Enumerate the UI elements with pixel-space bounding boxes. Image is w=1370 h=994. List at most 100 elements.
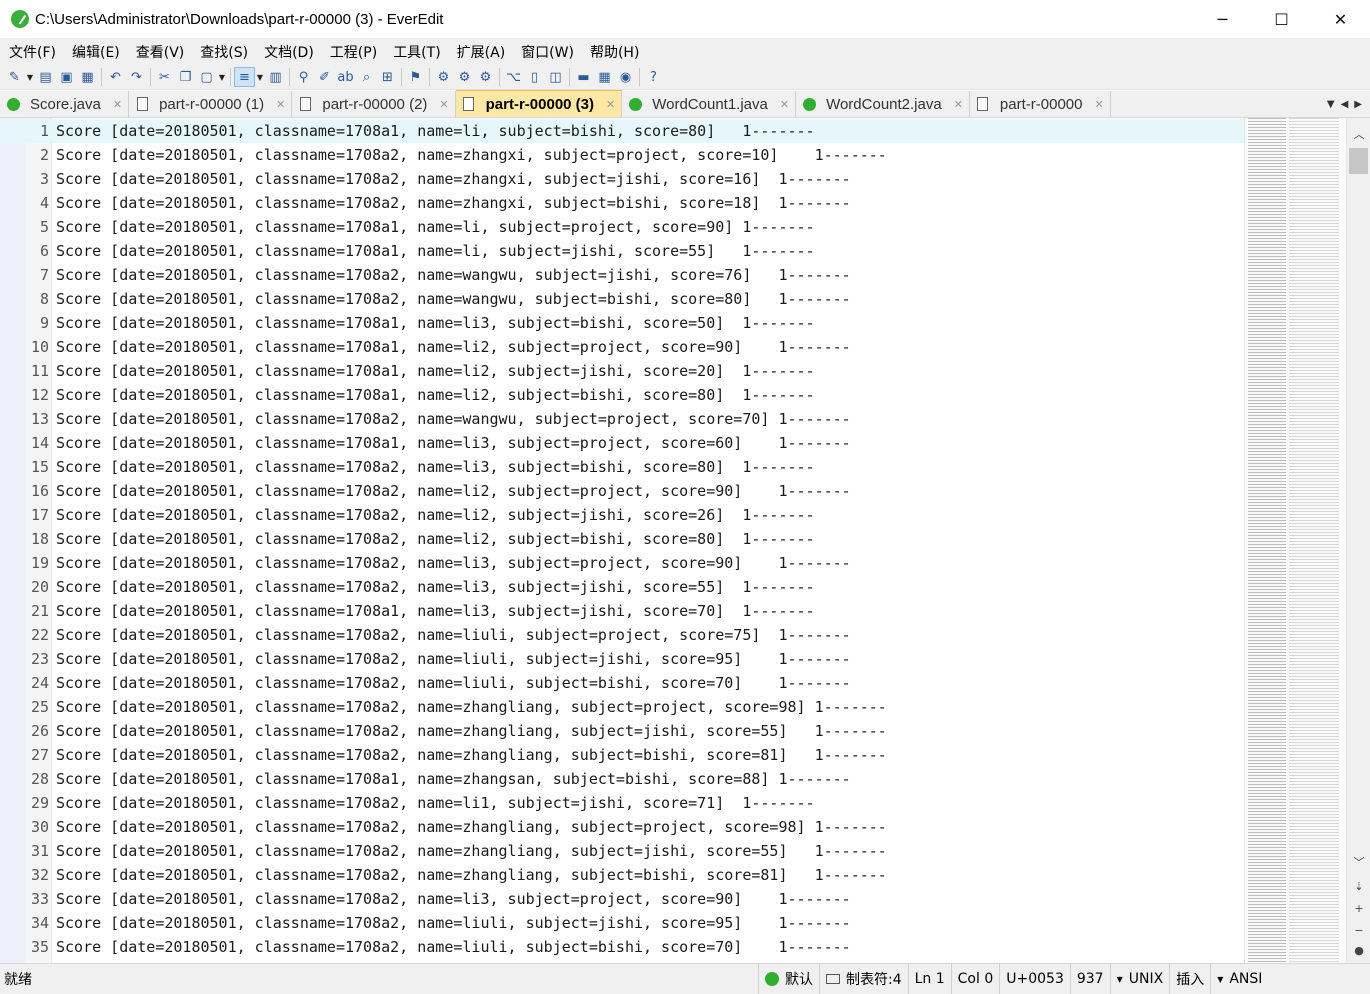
table-icon[interactable]: ▦ — [594, 67, 615, 87]
split-view-icon[interactable]: ◫ — [545, 67, 566, 87]
tab-part-r-00000-3[interactable]: part-r-00000 (3) ✕ — [455, 90, 623, 117]
scroll-down-icon[interactable]: ﹀ — [1347, 852, 1370, 872]
output-window-icon[interactable]: ▬ — [573, 67, 594, 87]
line-text[interactable]: Score [date=20180501, classname=1708a2, … — [56, 938, 851, 956]
new-file-icon[interactable]: ✎ — [4, 67, 25, 87]
line-text[interactable]: Score [date=20180501, classname=1708a2, … — [56, 866, 887, 884]
line-text[interactable]: Score [date=20180501, classname=1708a1, … — [56, 338, 851, 356]
tab-close-icon[interactable]: ✕ — [606, 98, 615, 111]
editor-line[interactable]: 13 Score [date=20180501, classname=1708a2… — [0, 407, 1244, 431]
line-numbers-icon[interactable]: ▥ — [265, 67, 286, 87]
editor-line[interactable]: 26 Score [date=20180501, classname=1708a2… — [0, 719, 1244, 743]
open-file-icon[interactable]: ▤ — [35, 67, 56, 87]
goto-icon[interactable]: ⊞ — [377, 67, 398, 87]
editor-line[interactable]: 23 Score [date=20180501, classname=1708a2… — [0, 647, 1244, 671]
save-all-icon[interactable]: ▦ — [77, 67, 98, 87]
side-panel-icon[interactable]: ▯ — [524, 67, 545, 87]
tab-list-dropdown-icon[interactable]: ▼ — [1327, 99, 1335, 110]
tab-part-r-00000-2[interactable]: part-r-00000 (2) ✕ — [292, 91, 456, 117]
line-text[interactable]: Score [date=20180501, classname=1708a2, … — [56, 578, 815, 596]
paste-icon[interactable]: ▢ — [196, 67, 217, 87]
line-text[interactable]: Score [date=20180501, classname=1708a2, … — [56, 794, 815, 812]
tab-wordcount1-java[interactable]: WordCount1.java ✕ — [622, 91, 797, 117]
tree-view-icon[interactable]: ⌥ — [503, 67, 524, 87]
repeat-macro-icon[interactable]: ⚙ — [475, 67, 496, 87]
save-icon[interactable]: ▣ — [56, 67, 77, 87]
replace-icon[interactable]: ab — [335, 67, 356, 87]
minimize-button[interactable]: ─ — [1193, 0, 1252, 38]
status-encoding[interactable]: ▼ ANSI — [1210, 963, 1268, 994]
menu-extensions[interactable]: 扩展(A) — [449, 42, 514, 62]
menu-window[interactable]: 窗口(W) — [513, 42, 582, 62]
editor-line[interactable]: 27 Score [date=20180501, classname=1708a2… — [0, 743, 1244, 767]
undo-icon[interactable]: ↶ — [105, 67, 126, 87]
scrollbar-thumb[interactable] — [1349, 148, 1368, 174]
copy-icon[interactable]: ❐ — [175, 67, 196, 87]
tab-score-java[interactable]: Score.java ✕ — [0, 91, 130, 117]
line-text[interactable]: Score [date=20180501, classname=1708a2, … — [56, 818, 887, 836]
text-lines[interactable]: 1 Score [date=20180501, classname=1708a1,… — [0, 118, 1244, 963]
line-text[interactable]: Score [date=20180501, classname=1708a2, … — [56, 194, 851, 212]
editor-line[interactable]: 8 Score [date=20180501, classname=1708a2,… — [0, 287, 1244, 311]
editor-line[interactable]: 14 Score [date=20180501, classname=1708a1… — [0, 431, 1244, 455]
help-icon[interactable]: ? — [643, 67, 664, 87]
word-wrap-icon[interactable]: ≡ — [234, 67, 255, 87]
editor-line[interactable]: 2 Score [date=20180501, classname=1708a2,… — [0, 143, 1244, 167]
status-tab-setting[interactable]: 制表符:4 — [819, 963, 908, 994]
menu-edit[interactable]: 编辑(E) — [64, 42, 128, 62]
status-insert-mode[interactable]: 插入 — [1169, 963, 1210, 994]
bookmark-icon[interactable]: ⚑ — [405, 67, 426, 87]
editor-line[interactable]: 18 Score [date=20180501, classname=1708a2… — [0, 527, 1244, 551]
find-in-files-icon[interactable]: ⌕ — [356, 67, 377, 87]
editor-line[interactable]: 29 Score [date=20180501, classname=1708a2… — [0, 791, 1244, 815]
line-text[interactable]: Score [date=20180501, classname=1708a2, … — [56, 746, 887, 764]
editor-line[interactable]: 25 Score [date=20180501, classname=1708a2… — [0, 695, 1244, 719]
tab-close-icon[interactable]: ✕ — [113, 98, 122, 111]
line-text[interactable]: Score [date=20180501, classname=1708a2, … — [56, 530, 815, 548]
editor-line[interactable]: 32 Score [date=20180501, classname=1708a2… — [0, 863, 1244, 887]
line-text[interactable]: Score [date=20180501, classname=1708a2, … — [56, 266, 851, 284]
line-text[interactable]: Score [date=20180501, classname=1708a2, … — [56, 698, 887, 716]
editor-line[interactable]: 22 Score [date=20180501, classname=1708a2… — [0, 623, 1244, 647]
line-text[interactable]: Score [date=20180501, classname=1708a2, … — [56, 146, 887, 164]
line-text[interactable]: Score [date=20180501, classname=1708a1, … — [56, 602, 815, 620]
play-macro-icon[interactable]: ⚙ — [454, 67, 475, 87]
line-text[interactable]: Score [date=20180501, classname=1708a1, … — [56, 218, 815, 236]
cut-icon[interactable]: ✂ — [154, 67, 175, 87]
menu-project[interactable]: 工程(P) — [322, 42, 385, 62]
editor-line[interactable]: 7 Score [date=20180501, classname=1708a2,… — [0, 263, 1244, 287]
line-text[interactable]: Score [date=20180501, classname=1708a2, … — [56, 410, 851, 428]
paste-dropdown-icon[interactable]: ▼ — [217, 67, 227, 87]
zoom-in-icon[interactable]: + — [1347, 898, 1370, 918]
record-macro-icon[interactable]: ⚙ — [433, 67, 454, 87]
line-text[interactable]: Score [date=20180501, classname=1708a2, … — [56, 506, 815, 524]
line-text[interactable]: Score [date=20180501, classname=1708a2, … — [56, 290, 851, 308]
find-icon[interactable]: ⚲ — [293, 67, 314, 87]
editor-line[interactable]: 9 Score [date=20180501, classname=1708a1,… — [0, 311, 1244, 335]
line-text[interactable]: Score [date=20180501, classname=1708a2, … — [56, 842, 887, 860]
editor-line[interactable]: 34 Score [date=20180501, classname=1708a2… — [0, 911, 1244, 935]
line-text[interactable]: Score [date=20180501, classname=1708a2, … — [56, 170, 851, 188]
line-text[interactable]: Score [date=20180501, classname=1708a1, … — [56, 362, 815, 380]
editor-line[interactable]: 1 Score [date=20180501, classname=1708a1,… — [0, 119, 1244, 143]
editor-line[interactable]: 21 Score [date=20180501, classname=1708a1… — [0, 599, 1244, 623]
close-button[interactable]: ✕ — [1311, 0, 1370, 38]
line-text[interactable]: Score [date=20180501, classname=1708a2, … — [56, 626, 851, 644]
line-text[interactable]: Score [date=20180501, classname=1708a2, … — [56, 458, 815, 476]
scroll-up-icon[interactable]: ︿ — [1347, 124, 1370, 144]
editor-line[interactable]: 6 Score [date=20180501, classname=1708a1,… — [0, 239, 1244, 263]
line-text[interactable]: Score [date=20180501, classname=1708a2, … — [56, 674, 851, 692]
menu-view[interactable]: 查看(V) — [128, 42, 193, 62]
editor-line[interactable]: 28 Score [date=20180501, classname=1708a1… — [0, 767, 1244, 791]
editor-line[interactable]: 17 Score [date=20180501, classname=1708a2… — [0, 503, 1244, 527]
menu-search[interactable]: 查找(S) — [192, 42, 256, 62]
line-text[interactable]: Score [date=20180501, classname=1708a1, … — [56, 434, 851, 452]
menu-help[interactable]: 帮助(H) — [582, 42, 647, 62]
tab-scroll-left-icon[interactable]: ◀ — [1341, 99, 1349, 110]
editor-line[interactable]: 3 Score [date=20180501, classname=1708a2,… — [0, 167, 1244, 191]
redo-icon[interactable]: ↷ — [126, 67, 147, 87]
tab-close-icon[interactable]: ✕ — [276, 98, 285, 111]
line-text[interactable]: Score [date=20180501, classname=1708a2, … — [56, 650, 851, 668]
tab-part-r-00000[interactable]: part-r-00000 ✕ — [970, 91, 1111, 117]
editor-line[interactable]: 30 Score [date=20180501, classname=1708a2… — [0, 815, 1244, 839]
